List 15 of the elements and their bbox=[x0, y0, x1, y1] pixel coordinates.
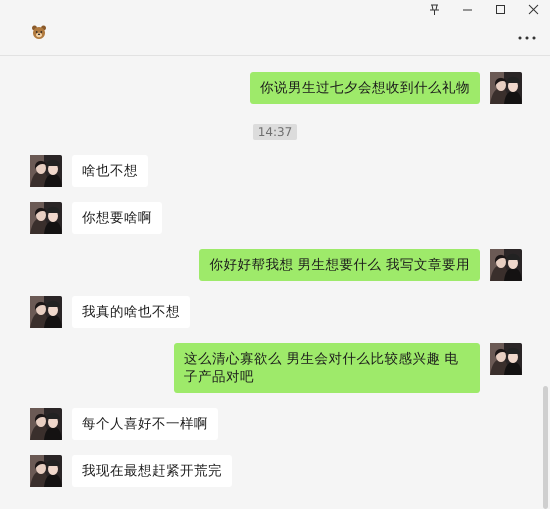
message-bubble: 我真的啥也不想 bbox=[72, 296, 190, 328]
scrollbar-thumb[interactable] bbox=[543, 386, 548, 509]
message-bubble: 啥也不想 bbox=[72, 155, 148, 187]
close-icon[interactable] bbox=[527, 3, 540, 16]
pin-icon[interactable] bbox=[428, 3, 441, 16]
message-bubble: 你想要啥啊 bbox=[72, 202, 162, 234]
message-bubble: 我现在最想赶紧开荒完 bbox=[72, 455, 232, 487]
message-bubble: 你好好帮我想 男生想要什么 我写文章要用 bbox=[199, 249, 480, 281]
maximize-icon[interactable] bbox=[494, 3, 507, 16]
more-icon[interactable] bbox=[518, 36, 536, 40]
message-bubble: 你说男生过七夕会想收到什么礼物 bbox=[250, 72, 480, 104]
bear-icon bbox=[31, 24, 47, 40]
message-bubble: 这么清心寡欲么 男生会对什么比较感兴趣 电子产品对吧 bbox=[174, 343, 480, 393]
message-bubble: 每个人喜好不一样啊 bbox=[72, 408, 218, 440]
timestamp: 14:37 bbox=[252, 124, 298, 140]
